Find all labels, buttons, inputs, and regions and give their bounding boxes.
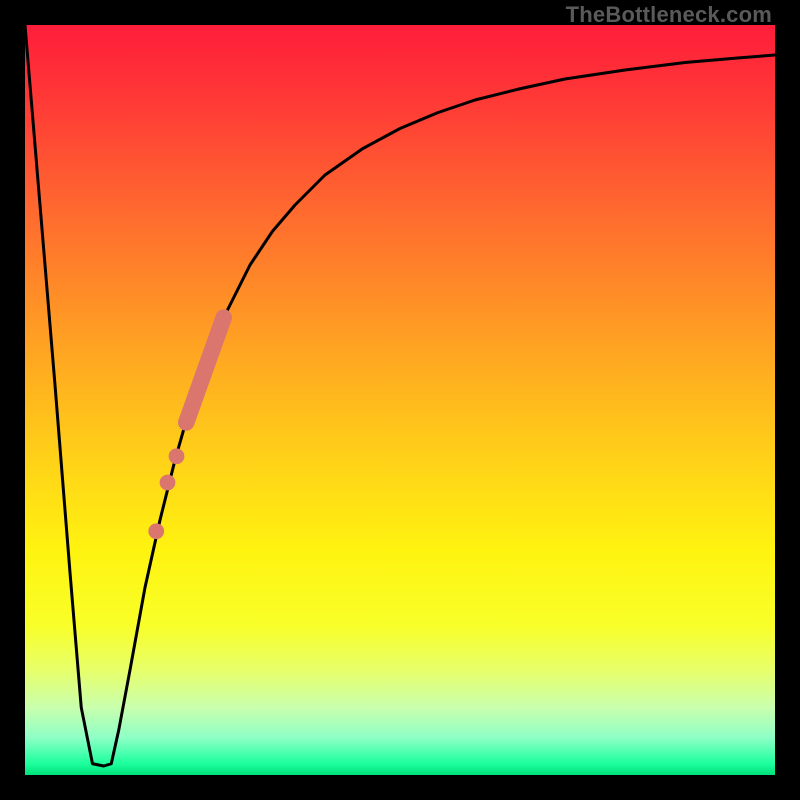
plot-area [25, 25, 775, 775]
chart-frame: TheBottleneck.com [0, 0, 800, 800]
marker-dot [169, 448, 185, 464]
watermark: TheBottleneck.com [566, 2, 772, 28]
gradient-background [25, 25, 775, 775]
marker-dot [160, 475, 176, 491]
bottleneck-chart [25, 25, 775, 775]
marker-dot [148, 523, 164, 539]
